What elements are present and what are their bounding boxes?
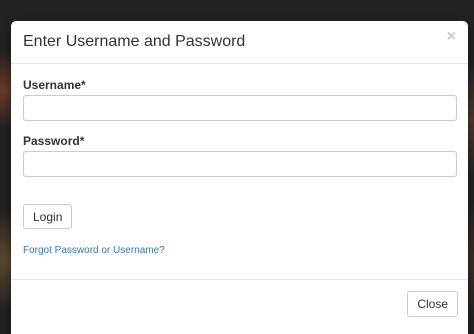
- login-modal: Enter Username and Password × Username* …: [11, 21, 468, 334]
- login-button[interactable]: Login: [23, 204, 73, 229]
- close-icon[interactable]: ×: [447, 29, 456, 45]
- close-button[interactable]: Close: [407, 291, 458, 317]
- username-label: Username*: [23, 78, 86, 92]
- modal-title: Enter Username and Password: [23, 33, 246, 50]
- modal-header: Enter Username and Password ×: [11, 21, 468, 64]
- forgot-credentials-link[interactable]: Forgot Password or Username?: [23, 245, 165, 256]
- password-input[interactable]: [23, 151, 457, 177]
- username-input[interactable]: [23, 95, 457, 121]
- modal-footer: Close: [11, 279, 468, 334]
- password-label: Password*: [23, 134, 85, 148]
